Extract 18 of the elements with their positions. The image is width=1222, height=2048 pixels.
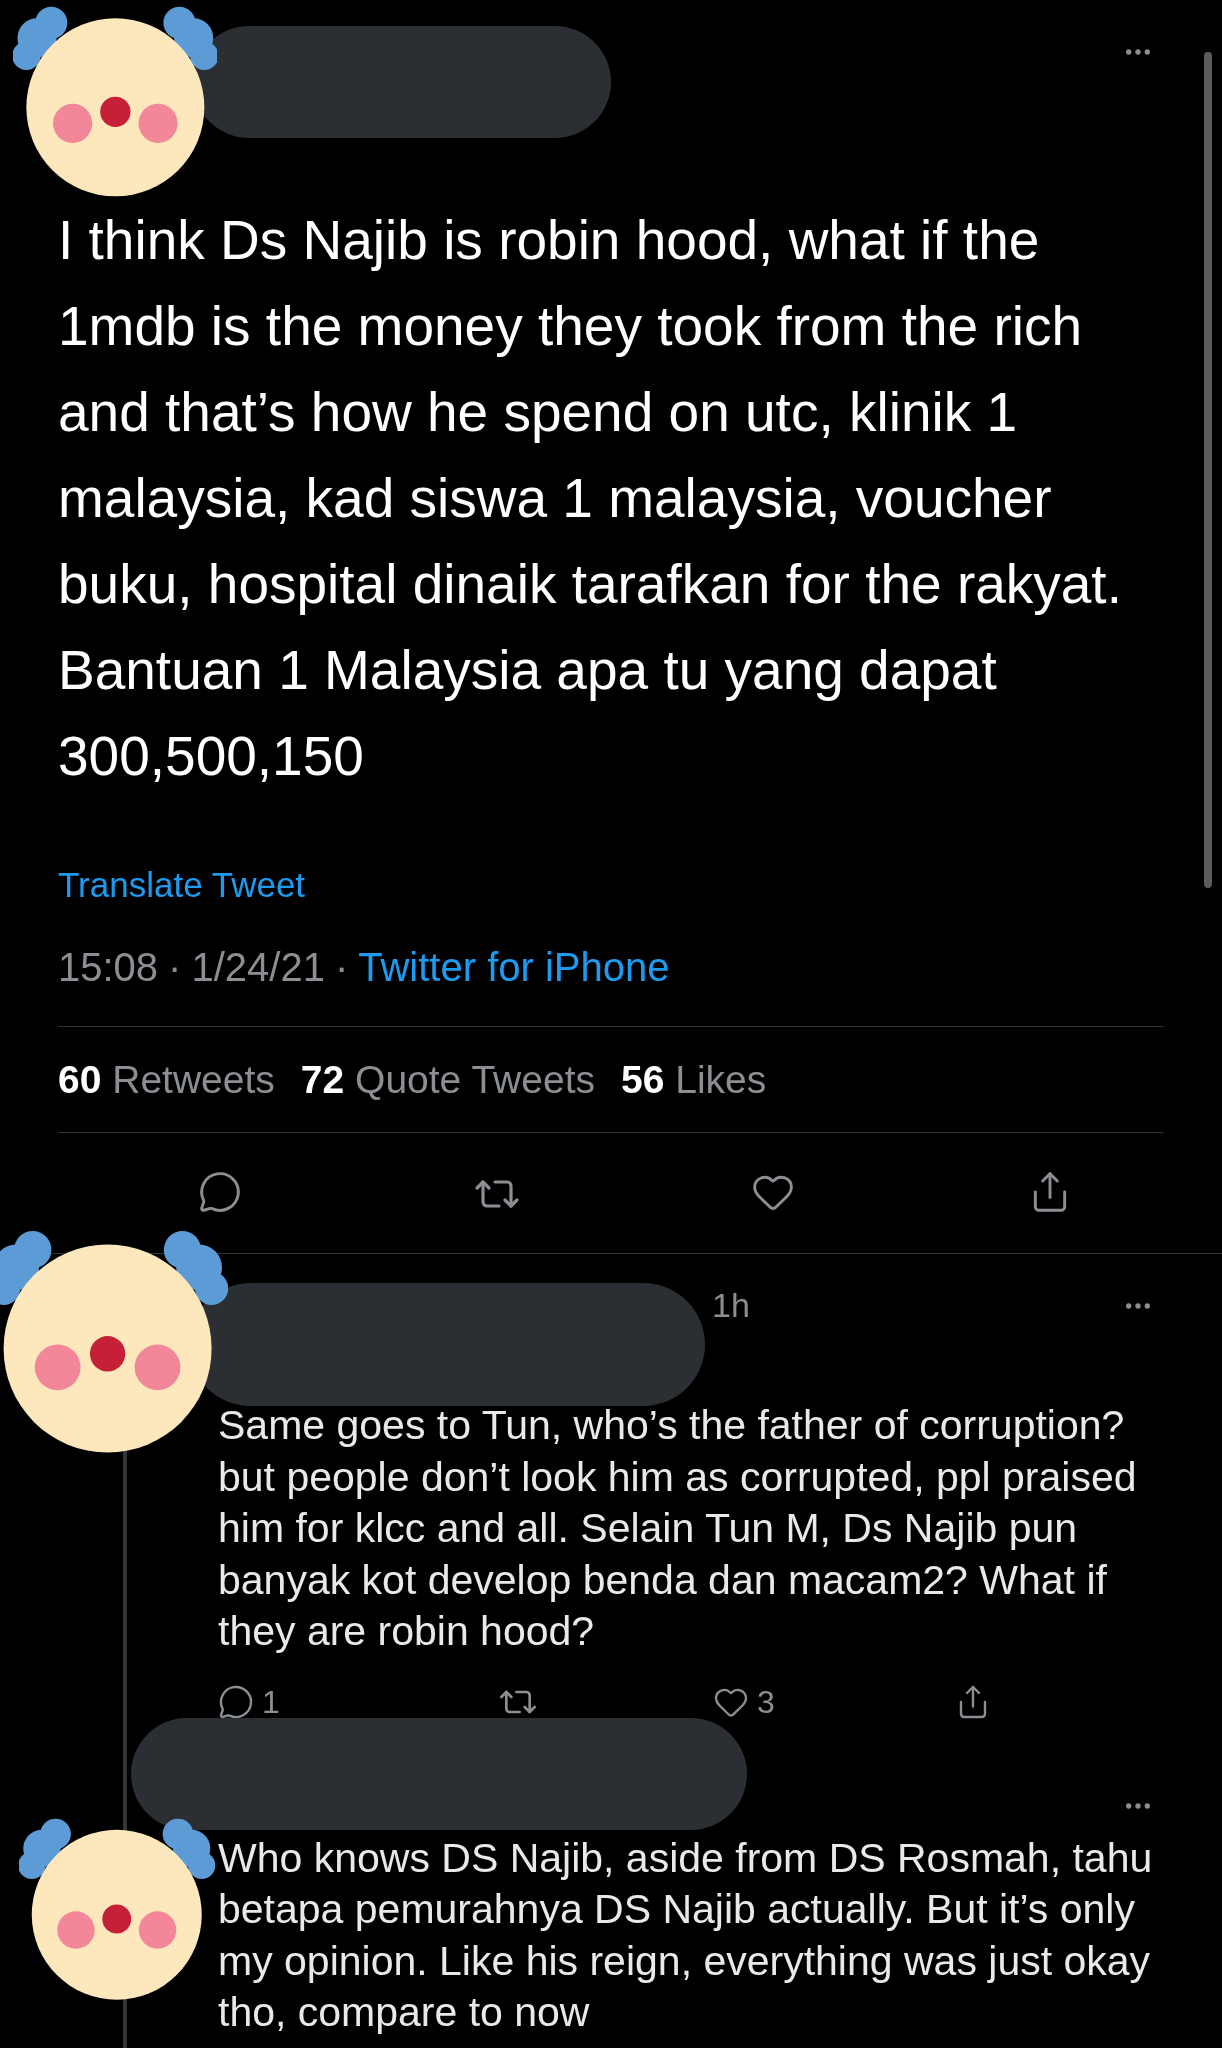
reply-time: 1h [712,1285,750,1326]
tweet-text: I think Ds Najib is robin hood, what if the 1mdb is the money they took from the rich and that’s how he spend on utc, klinik 1 malaysia, kad siswa 1 malaysia, voucher buku, hospital dinaik tarafkan for the rakyat. Bantuan 1 Malaysia apa tu yang dapat 300,500,150 [58,208,1122,789]
reply-icon[interactable] [198,1170,243,1214]
scrollbar[interactable] [1204,52,1212,888]
stat-link[interactable]: 60 Retweets [58,1050,275,1110]
tweet-date: 1/24/21 [191,944,325,991]
reply-icon[interactable] [218,1683,254,1720]
like-count: 3 [757,1682,775,1722]
translate-link[interactable]: Translate Tweet [58,858,306,912]
reply-text: Who knows DS Najib, aside from DS Rosmah, tahu betapa pemurahnya DS Najib actually. But it’s only my opinion. Like his reign, everything was just okay tho, compare to now [218,1833,1153,2037]
reply-text: Same goes to Tun, who’s the father of corruption? but people don’t look him as corrupted, ppl praised him for klcc and all. Selain Tun M, Ds Najib pun banyak kot develop benda dan macam2? What if they are robin hood? [218,1401,1137,1656]
tweet-time: 15:08 [58,944,159,991]
stat-link[interactable]: 72 Quote Tweets [300,1050,595,1110]
source-link[interactable]: Twitter for iPhone [358,937,670,997]
stat-link[interactable]: 56 Likes [621,1050,767,1110]
reply-count: 1 [262,1682,280,1722]
separator-dot: · [168,944,182,991]
separator-dot: · [334,944,349,991]
